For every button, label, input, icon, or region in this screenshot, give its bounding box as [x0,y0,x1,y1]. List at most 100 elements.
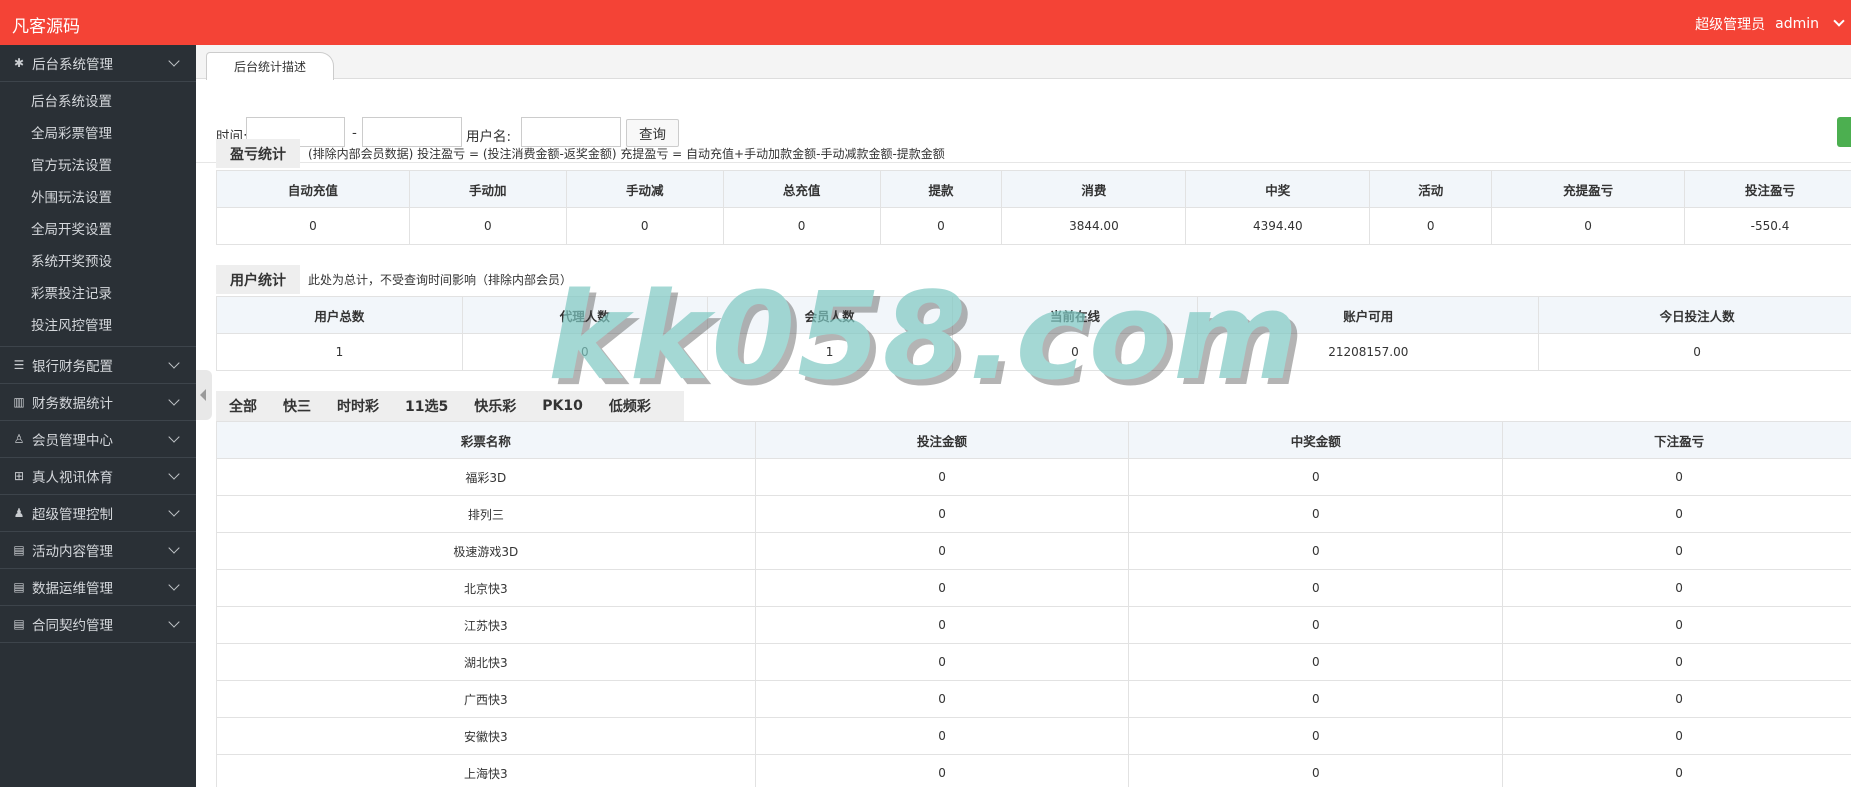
chevron-down-icon [168,394,180,406]
table-cell: 0 [1128,532,1504,570]
table-cell: 0 [1502,754,1851,787]
user-section-header: 用户统计 此处为总计，不受查询时间影响（排除内部会员） [216,265,572,294]
sidebar-group-2[interactable]: ▥ 财务数据统计 [0,384,196,421]
table-cell: 0 [754,569,1130,607]
lottery-tab[interactable]: 11选5 [392,396,461,416]
sidebar-group-8[interactable]: ▤ 合同契约管理 [0,606,196,643]
table-cell: 0 [1491,207,1686,245]
table-cell: 0 [1128,569,1504,607]
sidebar-group-3[interactable]: ♙ 会员管理中心 [0,421,196,458]
lottery-category-tabs: 全部 快三 时时彩 11选5 快乐彩 PK10 低频彩 [216,391,684,421]
column-header: 中奖 [1185,170,1371,208]
sidebar-group-4[interactable]: ⊞ 真人视讯体育 [0,458,196,495]
table-row: 安徽快3 0 0 0 [216,717,1851,755]
user-header-row: 用户总数 代理人数 会员人数 当前在线 账户可用 今日投注人数 [216,296,1851,334]
table-cell: 排列三 [216,495,756,533]
admin-user-icon: ♟ [13,506,25,520]
sidebar-subitem[interactable]: 投注风控管理 [0,310,196,342]
column-header: 投注盈亏 [1684,170,1851,208]
user-stats-note: 此处为总计，不受查询时间影响（排除内部会员） [308,273,573,287]
column-header: 提款 [879,170,1003,208]
sidebar-subitem[interactable]: 全局彩票管理 [0,118,196,150]
table-cell: 0 [565,207,724,245]
sidebar-subitem[interactable]: 全局开奖设置 [0,214,196,246]
profit-header-row: 自动充值 手动加 手动减 总充值 提款 消费 中奖 活动 充提盈亏 投注盈亏 [216,170,1851,208]
sidebar-group-label: 数据运维管理 [32,581,113,597]
sidebar-subitem[interactable]: 彩票投注记录 [0,278,196,310]
table-cell: 0 [754,495,1130,533]
table-row: 排列三 0 0 0 [216,495,1851,533]
tab-bar: 后台统计描述 [196,45,1851,80]
column-header: 手动加 [408,170,567,208]
chevron-down-icon [168,55,180,67]
column-header: 充提盈亏 [1491,170,1686,208]
brand-logo[interactable]: 凡客源码 [12,12,80,37]
lottery-tab[interactable]: 快乐彩 [461,396,529,416]
profit-section-header: 盈亏统计 (排除内部会员数据) 投注盈亏 = (投注消费金额-返奖金额) 充提盈… [216,139,945,168]
column-header: 当前在线 [951,296,1199,334]
lottery-tab[interactable]: 快三 [270,396,324,416]
table-cell: 4394.40 [1185,207,1371,245]
table-row: 江苏快3 0 0 0 [216,606,1851,644]
chevron-down-icon[interactable] [1833,15,1845,27]
table-cell: 0 [1369,207,1493,245]
sidebar-subitem[interactable]: 外围玩法设置 [0,182,196,214]
table-row: 北京快3 0 0 0 [216,569,1851,607]
table-cell: 0 [754,606,1130,644]
sidebar-subitem[interactable]: 后台系统设置 [0,86,196,118]
column-header: 用户总数 [216,296,463,334]
lottery-tab[interactable]: 时时彩 [324,396,392,416]
table-cell: 0 [754,643,1130,681]
table-cell: 0 [754,717,1130,755]
sidebar-group-0[interactable]: ✱ 后台系统管理 [0,45,196,82]
table-cell: 0 [1502,569,1851,607]
column-header: 下注盈亏 [1502,421,1851,459]
lottery-tab[interactable]: 全部 [216,396,270,416]
table-cell: 0 [1502,680,1851,718]
profit-title: 盈亏统计 [216,139,300,168]
sidebar-group-6[interactable]: ▤ 活动内容管理 [0,532,196,569]
table-cell: 0 [951,333,1199,371]
sidebar: ✱ 后台系统管理后台系统设置 全局彩票管理 官方玩法设置 外围玩法设置 全局开奖设置 系统开… [0,45,196,787]
table-cell: 上海快3 [216,754,756,787]
table-row: 广西快3 0 0 0 [216,680,1851,718]
column-header: 代理人数 [461,296,708,334]
table-cell: 0 [1128,606,1504,644]
sidebar-group-label: 银行财务配置 [32,359,113,375]
user-value-row: 1 0 1 0 21208157.00 0 [216,333,1851,371]
table-cell: 0 [754,680,1130,718]
sidebar-group-label: 活动内容管理 [32,544,113,560]
sidebar-subitem[interactable]: 系统开奖预设 [0,246,196,278]
column-header: 中奖金额 [1128,421,1504,459]
table-row: 极速游戏3D 0 0 0 [216,532,1851,570]
chevron-down-icon [168,357,180,369]
table-cell: 0 [1502,643,1851,681]
user-menu[interactable]: 超级管理员 admin [1695,14,1845,34]
table-cell: 0 [216,207,410,245]
table-cell: 福彩3D [216,458,756,496]
lottery-tab[interactable]: 低频彩 [596,396,664,416]
table-cell: 0 [1128,717,1504,755]
green-action-button[interactable] [1837,117,1851,147]
document-icon: ▤ [13,543,25,557]
table-cell: 0 [1538,333,1851,371]
username[interactable]: admin [1775,16,1819,32]
column-header: 投注金额 [754,421,1130,459]
lottery-tab[interactable]: PK10 [529,398,596,414]
table-cell: -550.4 [1684,207,1851,245]
lottery-table: 彩票名称 投注金额 中奖金额 下注盈亏 福彩3D 0 0 0 排列三 0 0 0 极速游戏3D 0 0 0 北… [216,421,1851,787]
user-table: 用户总数 代理人数 会员人数 当前在线 账户可用 今日投注人数 1 0 1 0 21208157.… [216,296,1851,371]
table-cell: 极速游戏3D [216,532,756,570]
sidebar-group-7[interactable]: ▤ 数据运维管理 [0,569,196,606]
sidebar-group-label: 超级管理控制 [32,507,113,523]
column-header: 总充值 [722,170,881,208]
sidebar-subitem[interactable]: 官方玩法设置 [0,150,196,182]
chevron-down-icon [168,579,180,591]
table-cell: 0 [1502,458,1851,496]
main-content: 后台统计描述 时间: - 用户名: 查询 盈亏统计 (排除内部会员数据) 投注盈… [196,45,1851,787]
sidebar-group-1[interactable]: ☰ 银行财务配置 [0,347,196,384]
tab-stats-overview[interactable]: 后台统计描述 [206,52,334,80]
sidebar-group-5[interactable]: ♟ 超级管理控制 [0,495,196,532]
sidebar-group-label: 会员管理中心 [32,433,113,449]
column-header: 消费 [1001,170,1187,208]
